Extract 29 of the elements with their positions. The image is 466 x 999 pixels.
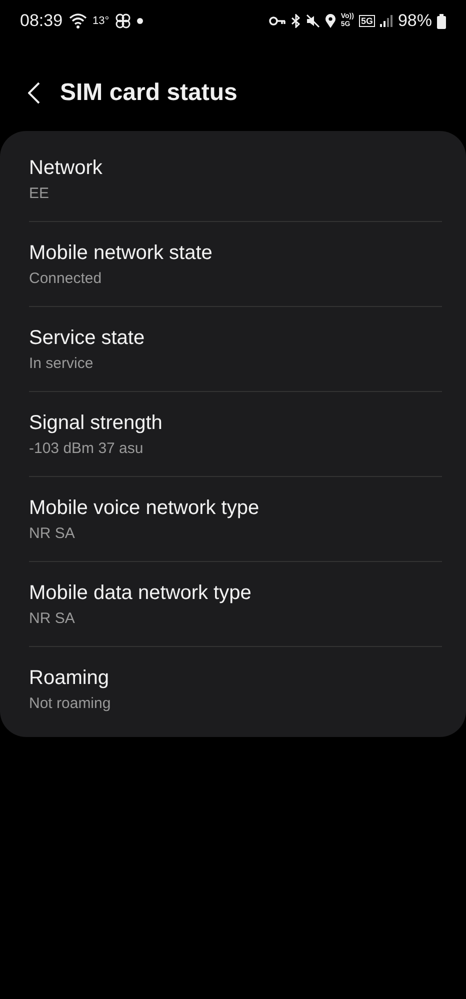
battery-icon <box>437 14 446 28</box>
setting-value: Connected <box>29 270 103 286</box>
signal-icon <box>380 15 393 27</box>
fan-icon <box>115 13 132 29</box>
temperature: 13° <box>92 15 110 27</box>
bluetooth-icon <box>290 14 301 28</box>
page-title: SIM card status <box>60 79 238 107</box>
setting-value: NR SA <box>29 610 76 626</box>
battery-percent: 98% <box>398 11 432 31</box>
setting-title: Network <box>29 156 104 180</box>
key-icon <box>268 16 286 26</box>
setting-value: Not roaming <box>29 694 112 712</box>
setting-title: Service state <box>29 326 146 350</box>
back-button[interactable] <box>26 80 42 106</box>
clock-time: 08:39 <box>20 11 63 31</box>
setting-value: -103 dBm 37 asu <box>29 440 144 456</box>
mute-icon <box>306 14 320 28</box>
dot-icon <box>137 18 144 24</box>
setting-title: Mobile network state <box>29 242 214 264</box>
setting-title: Mobile voice network type <box>29 496 260 520</box>
setting-title: Mobile data network type <box>29 582 252 604</box>
wifi-icon <box>68 13 87 29</box>
setting-value: EE <box>29 184 50 202</box>
setting-title: Signal strength <box>29 412 164 434</box>
setting-title: Roaming <box>29 666 110 690</box>
setting-value: NR SA <box>29 524 76 542</box>
setting-value: In service <box>29 354 94 372</box>
location-icon <box>324 14 336 28</box>
data-type-indicator: 5G <box>358 15 375 27</box>
